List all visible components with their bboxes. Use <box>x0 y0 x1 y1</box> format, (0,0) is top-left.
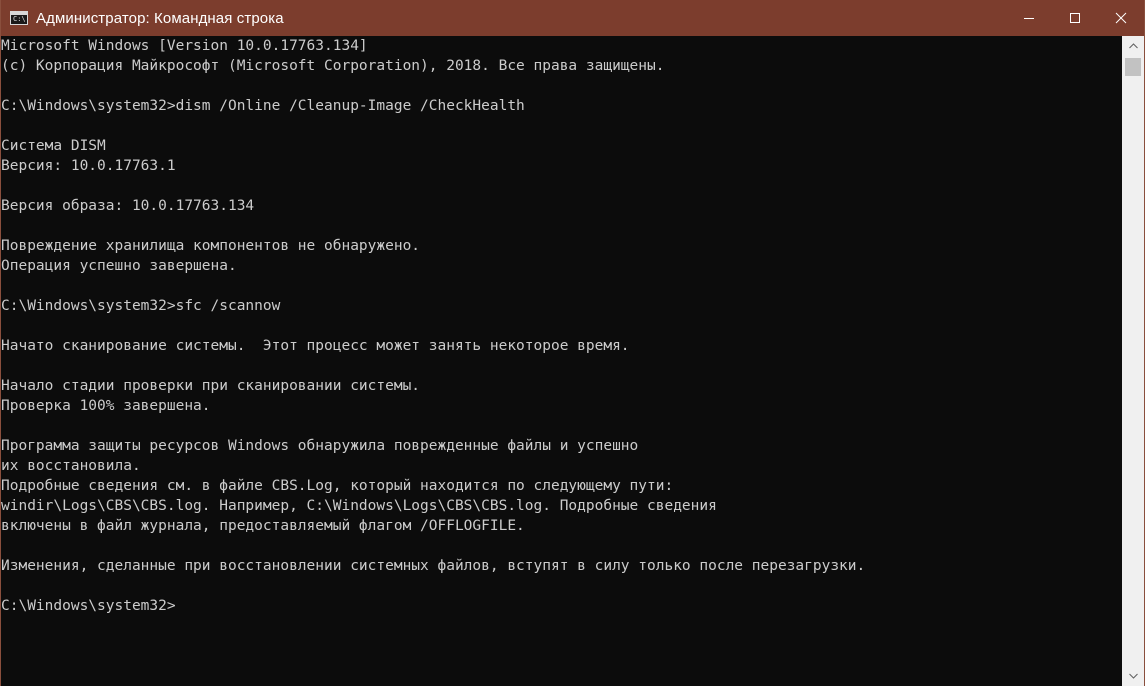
minimize-icon <box>1024 18 1034 19</box>
vertical-scrollbar[interactable] <box>1122 36 1144 686</box>
console-line: Версия: 10.0.17763.1 <box>1 158 176 174</box>
command-prompt-window: C:\ Администратор: Командная строка Micr… <box>0 0 1145 686</box>
chevron-down-icon <box>1128 673 1138 679</box>
cmd-app-icon-label: C:\ <box>13 15 26 23</box>
console-line: Повреждение хранилища компонентов не обн… <box>1 238 421 254</box>
scroll-thumb[interactable] <box>1125 58 1141 76</box>
scroll-up-button[interactable] <box>1122 36 1144 56</box>
close-button[interactable] <box>1098 0 1144 36</box>
console-line: Подробные сведения см. в файле CBS.Log, … <box>1 478 674 494</box>
console-line: их восстановила. <box>1 458 141 474</box>
maximize-button[interactable] <box>1052 0 1098 36</box>
scroll-down-button[interactable] <box>1122 666 1144 686</box>
console-output[interactable]: Microsoft Windows [Version 10.0.17763.13… <box>1 36 1121 686</box>
console-line: windir\Logs\CBS\CBS.log. Например, C:\Wi… <box>1 498 717 514</box>
console-line: C:\Windows\system32> <box>1 598 176 614</box>
console-line: Проверка 100% завершена. <box>1 398 211 414</box>
console-line: Версия образа: 10.0.17763.134 <box>1 198 255 214</box>
console-line: Программа защиты ресурсов Windows обнару… <box>1 438 639 454</box>
console-line: Начало стадии проверки при сканировании … <box>1 378 421 394</box>
maximize-icon <box>1070 13 1080 23</box>
console-line: Microsoft Windows [Version 10.0.17763.13… <box>1 38 368 54</box>
minimize-button[interactable] <box>1006 0 1052 36</box>
title-bar[interactable]: C:\ Администратор: Командная строка <box>1 0 1144 36</box>
console-line: C:\Windows\system32>dism /Online /Cleanu… <box>1 98 525 114</box>
console-line: Изменения, сделанные при восстановлении … <box>1 558 866 574</box>
console-line: C:\Windows\system32>sfc /scannow <box>1 298 281 314</box>
close-icon <box>1115 12 1127 24</box>
console-line: Операция успешно завершена. <box>1 258 237 274</box>
chevron-up-icon <box>1128 43 1138 49</box>
window-title: Администратор: Командная строка <box>36 9 284 27</box>
console-line: (c) Корпорация Майкрософт (Microsoft Cor… <box>1 58 665 74</box>
console-line: Начато сканирование системы. Этот процес… <box>1 338 630 354</box>
window-controls <box>1006 0 1144 36</box>
console-line: включены в файл журнала, предоставляемый… <box>1 518 525 534</box>
console-line: Система DISM <box>1 138 106 154</box>
cmd-app-icon[interactable]: C:\ <box>10 11 28 25</box>
